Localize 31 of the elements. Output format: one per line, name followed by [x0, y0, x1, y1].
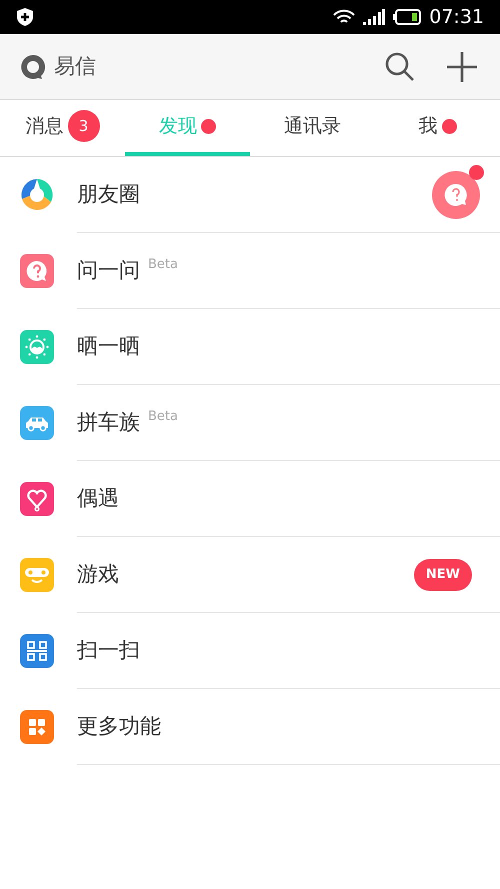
clock: 07:31 — [429, 4, 484, 30]
menu-item[interactable]: 朋友圈 — [0, 157, 500, 233]
item-label: 问一问 — [77, 256, 140, 284]
wifi-icon — [333, 9, 356, 25]
battery-icon — [393, 9, 422, 25]
new-badge: NEW — [414, 558, 472, 590]
signal-icon — [363, 9, 386, 25]
menu-item[interactable]: 拼车族 Beta — [0, 385, 500, 461]
tab[interactable]: 消息 3 — [0, 100, 125, 156]
question-avatar-icon — [432, 170, 480, 218]
tab[interactable]: 我 — [375, 100, 500, 156]
beta-tag: Beta — [148, 255, 178, 274]
menu-item[interactable]: 问一问 Beta — [0, 233, 500, 309]
item-label: 更多功能 — [77, 712, 161, 740]
app-title: 易信 — [54, 52, 96, 80]
menu-item[interactable]: 扫一扫 — [0, 613, 500, 689]
tab[interactable]: 通讯录 — [250, 100, 375, 156]
menu-item[interactable]: 游戏 NEW — [0, 537, 500, 613]
shield-icon — [16, 7, 34, 27]
item-label: 扫一扫 — [77, 636, 140, 664]
item-label: 晒一晒 — [77, 332, 140, 360]
menu-item[interactable]: 晒一晒 — [0, 309, 500, 385]
item-label: 拼车族 — [77, 408, 140, 436]
beta-tag: Beta — [148, 407, 178, 426]
menu-item[interactable]: 更多功能 — [0, 689, 500, 765]
item-label: 朋友圈 — [77, 180, 140, 208]
item-label: 游戏 — [77, 560, 119, 588]
menu-item[interactable]: 偶遇 — [0, 461, 500, 537]
item-label: 偶遇 — [77, 484, 119, 512]
app-logo-icon — [20, 54, 46, 80]
unread-count: 3 — [68, 110, 100, 142]
